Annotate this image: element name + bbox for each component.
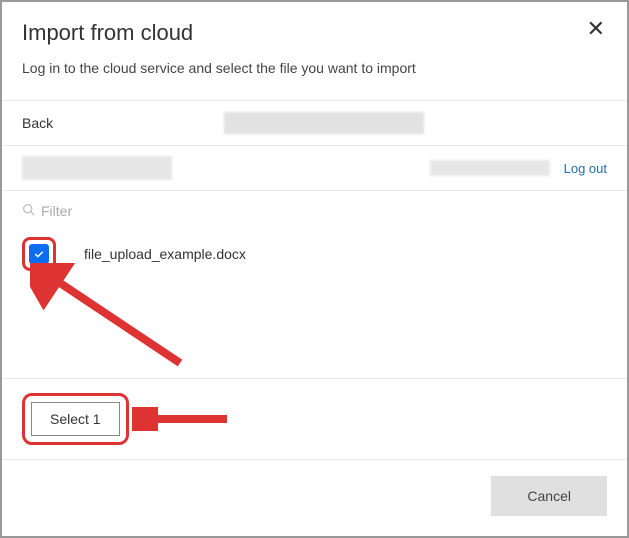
file-checkbox[interactable] — [29, 244, 49, 264]
modal-subtitle: Log in to the cloud service and select t… — [22, 60, 607, 76]
select-row: Select 1 — [2, 378, 627, 460]
cancel-button[interactable]: Cancel — [491, 476, 607, 516]
annotation-highlight-select: Select 1 — [22, 393, 129, 445]
modal-header: Import from cloud ✕ Log in to the cloud … — [2, 2, 627, 84]
logout-link[interactable]: Log out — [564, 161, 607, 176]
file-name: file_upload_example.docx — [84, 246, 246, 262]
annotation-highlight-checkbox — [22, 237, 56, 271]
nav-row: Back — [2, 100, 627, 146]
filter-row — [2, 191, 627, 227]
search-icon — [22, 203, 35, 219]
annotation-arrow-to-checkbox — [30, 263, 190, 373]
modal-title: Import from cloud — [22, 20, 607, 46]
file-list: file_upload_example.docx — [2, 227, 627, 378]
file-item[interactable]: file_upload_example.docx — [22, 231, 607, 277]
close-button[interactable]: ✕ — [581, 16, 611, 42]
import-cloud-modal: Import from cloud ✕ Log in to the cloud … — [2, 2, 627, 536]
annotation-arrow-to-select — [132, 407, 232, 431]
account-info-placeholder — [22, 156, 172, 180]
back-link[interactable]: Back — [22, 115, 53, 131]
breadcrumb-placeholder — [224, 112, 424, 134]
modal-footer: Cancel — [2, 460, 627, 536]
filter-input[interactable] — [41, 203, 241, 219]
account-email-placeholder — [430, 160, 550, 176]
account-right: Log out — [430, 160, 607, 176]
select-button[interactable]: Select 1 — [31, 402, 120, 436]
account-row: Log out — [2, 146, 627, 191]
